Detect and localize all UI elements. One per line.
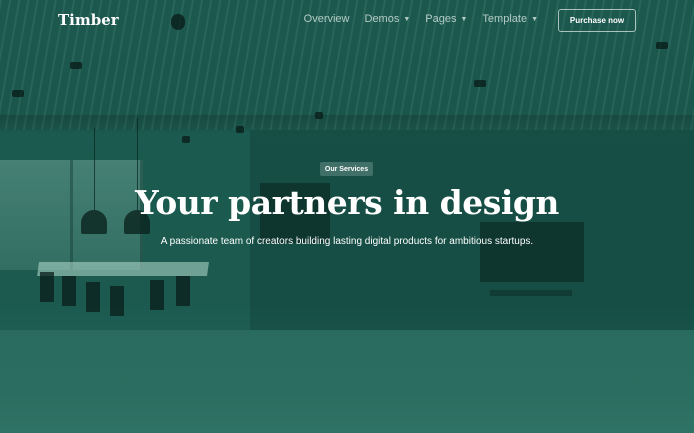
chair: [62, 276, 76, 306]
ceiling-light: [70, 62, 82, 69]
section-badge: Our Services: [320, 162, 373, 176]
chevron-down-icon: ▼: [403, 15, 411, 23]
chair: [150, 280, 164, 310]
chair: [176, 276, 190, 306]
chevron-down-icon: ▼: [531, 15, 538, 23]
nav-item-overview[interactable]: Overview: [304, 13, 350, 25]
nav-item-pages[interactable]: Pages ▼: [425, 13, 467, 25]
chevron-down-icon: ▼: [460, 15, 468, 23]
ceiling-light: [474, 80, 486, 87]
chair: [40, 272, 54, 302]
purchase-now-button[interactable]: Purchase now: [558, 9, 636, 32]
top-navigation: Timber Overview Demos ▼ Pages ▼ Template…: [0, 0, 694, 40]
ceiling-light: [12, 90, 24, 97]
meeting-table: [37, 262, 209, 276]
floor: [0, 330, 694, 433]
nav-menu: Overview Demos ▼ Pages ▼ Template ▼: [304, 13, 538, 25]
wall-screen-right: [480, 222, 584, 282]
nav-item-demos[interactable]: Demos ▼: [365, 13, 411, 25]
ceiling-light: [315, 112, 323, 119]
nav-item-template[interactable]: Template ▼: [482, 13, 538, 25]
hero-section: Timber Overview Demos ▼ Pages ▼ Template…: [0, 0, 694, 433]
wall-shelf: [490, 290, 572, 296]
chair: [110, 286, 124, 316]
nav-item-label: Demos: [364, 13, 400, 25]
brand-logo[interactable]: Timber: [58, 11, 119, 29]
hero-headline: Your partners in design: [135, 183, 559, 222]
nav-item-label: Pages: [425, 13, 457, 25]
nav-item-label: Template: [482, 13, 528, 25]
hero-subheadline: A passionate team of creators building l…: [160, 236, 534, 247]
nav-item-label: Overview: [303, 13, 350, 25]
ceiling-light: [236, 126, 244, 133]
ceiling-light: [182, 136, 190, 143]
ceiling-light: [656, 42, 668, 49]
chair: [86, 282, 100, 312]
